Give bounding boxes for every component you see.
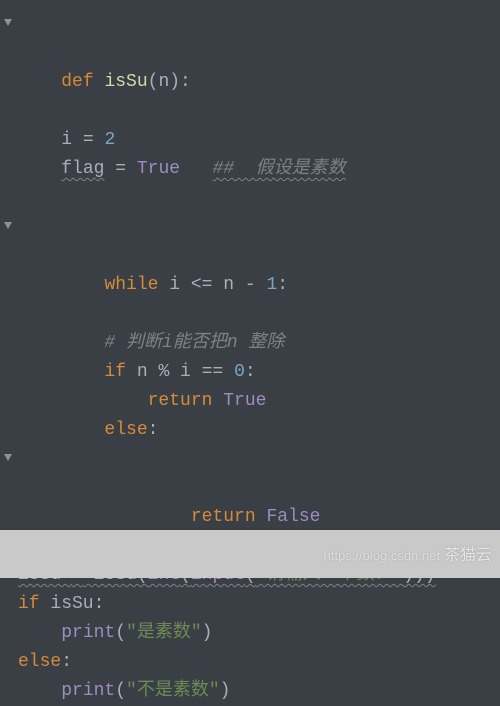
code-line: flag = True ## 假设是素数 (0, 155, 500, 184)
code-line: def isSu(n): (0, 10, 500, 126)
code-line: else: (0, 648, 500, 677)
code-line: i = 2 (0, 126, 500, 155)
unused-variable: flag (61, 159, 104, 179)
fold-icon[interactable] (3, 18, 13, 28)
code-line: # 判断i能否把n 整除 (0, 329, 500, 358)
code-editor[interactable]: def isSu(n): i = 2 flag = True ## 假设是素数 … (0, 0, 500, 706)
keyword-def: def (61, 72, 104, 92)
keyword-else: else (104, 420, 147, 440)
comment: # 判断i能否把n 整除 (104, 333, 284, 353)
code-line: if n % i == 0: (0, 358, 500, 387)
keyword-return: return (191, 507, 267, 527)
keyword-while: while (104, 275, 169, 295)
fold-icon[interactable] (3, 221, 13, 231)
code-line: else: (0, 416, 500, 445)
number-literal: 2 (104, 130, 115, 150)
code-line: print("是素数") (0, 619, 500, 648)
watermark: https://blog.csdn.net 茶猫云 (324, 541, 492, 570)
code-line: return True (0, 387, 500, 416)
code-line: print("不是素数") (0, 677, 500, 706)
comment: ## 假设是素数 (212, 159, 345, 179)
string-literal: "是素数" (126, 623, 202, 643)
keyword-return: return (148, 391, 224, 411)
keyword-if: if (104, 362, 136, 382)
string-literal: "不是素数" (126, 681, 220, 701)
code-line: while i <= n - 1: (0, 213, 500, 329)
builtin-true: True (137, 159, 180, 179)
fold-icon[interactable] (3, 453, 13, 463)
code-line: if isSu: (0, 590, 500, 619)
watermark-url: https://blog.csdn.net (324, 548, 440, 563)
watermark-brand: 茶猫云 (444, 547, 492, 564)
blank-line (0, 184, 500, 213)
builtin-print: print (61, 623, 115, 643)
function-name: isSu (104, 72, 147, 92)
builtin-print: print (61, 681, 115, 701)
